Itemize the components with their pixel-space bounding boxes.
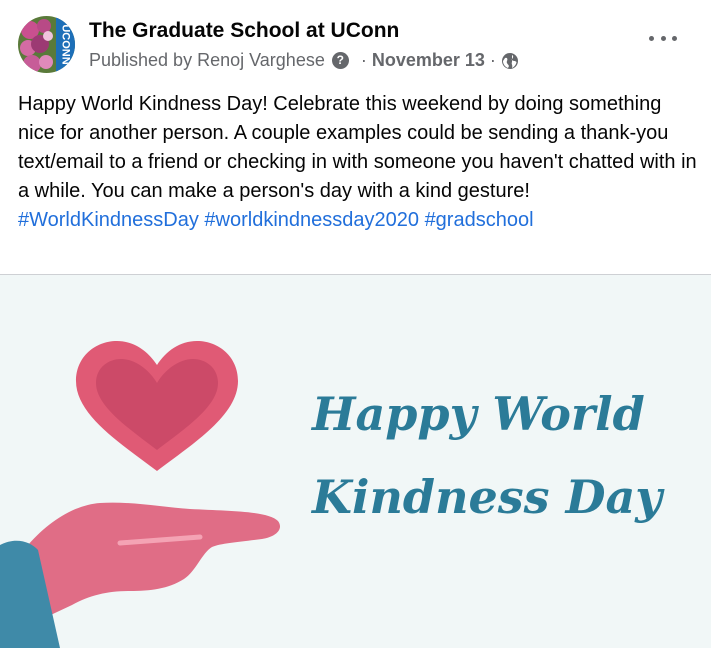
avatar-text: UCONN — [60, 24, 72, 64]
more-dot — [672, 35, 677, 41]
post-body-text: Happy World Kindness Day! Celebrate this… — [18, 93, 697, 202]
page-avatar[interactable]: UCONN — [18, 16, 75, 73]
hashtag-link[interactable]: #worldkindnessday2020 — [204, 209, 419, 231]
heart-icon — [76, 341, 238, 471]
page-name[interactable]: The Graduate School at UConn — [89, 19, 399, 43]
more-options-button[interactable] — [649, 28, 677, 48]
separator-dot: · — [489, 50, 496, 70]
more-dot — [649, 35, 654, 41]
author-name[interactable]: Renoj Varghese — [197, 50, 325, 71]
post-date[interactable]: November 13 — [372, 50, 485, 71]
headline-line-1: Happy World — [312, 387, 645, 441]
post-meta: Published by Renoj Varghese ? · November… — [89, 50, 519, 71]
published-by-label: Published by — [89, 50, 193, 70]
more-dot — [660, 35, 666, 41]
post-header: UCONN The Graduate School at UConn Publi… — [0, 0, 711, 82]
separator-dot: · — [360, 50, 367, 70]
hashtag-link[interactable]: #WorldKindnessDay — [18, 209, 199, 231]
hashtag-link[interactable]: #gradschool — [425, 209, 534, 231]
post-body: Happy World Kindness Day! Celebrate this… — [18, 90, 698, 235]
open-hand-icon — [28, 502, 281, 620]
globe-icon[interactable] — [501, 52, 519, 70]
help-icon[interactable]: ? — [331, 52, 349, 69]
headline-line-2: Kindness Day — [312, 470, 663, 524]
post-image[interactable]: Happy World Kindness Day — [0, 275, 711, 648]
kindness-illustration — [0, 341, 281, 648]
